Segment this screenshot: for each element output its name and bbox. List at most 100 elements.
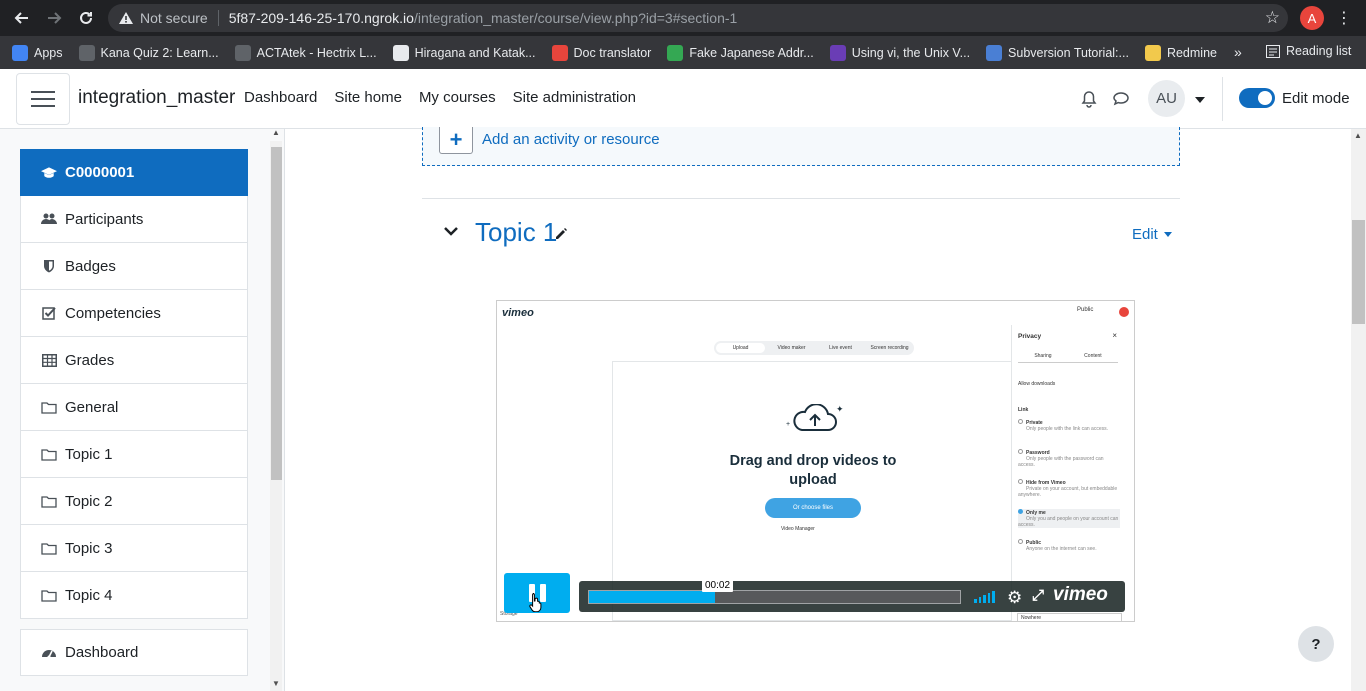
reading-list-button[interactable]: Reading list bbox=[1266, 44, 1351, 58]
drawer-scrollbar-thumb[interactable] bbox=[271, 147, 282, 480]
user-menu-caret-icon[interactable] bbox=[1195, 97, 1205, 103]
nav-site-administration[interactable]: Site administration bbox=[513, 89, 636, 106]
plus-icon[interactable]: + bbox=[439, 127, 473, 154]
reading-list-icon bbox=[1266, 44, 1280, 58]
page-scrollbar[interactable] bbox=[1351, 129, 1366, 691]
drawer-item-general[interactable]: General bbox=[20, 384, 248, 431]
video-progress-bar[interactable]: 00:02 bbox=[588, 579, 961, 604]
back-button[interactable] bbox=[6, 2, 38, 34]
bookmark-star-icon[interactable]: ☆ bbox=[1265, 8, 1280, 28]
profile-avatar[interactable]: A bbox=[1300, 6, 1324, 30]
edit-mode-toggle[interactable] bbox=[1239, 88, 1275, 108]
bookmark-item[interactable]: Kana Quiz 2: Learn... bbox=[78, 44, 219, 61]
drawer-item-topic-1[interactable]: Topic 1 bbox=[20, 431, 248, 478]
drawer-item-topic-3[interactable]: Topic 3 bbox=[20, 525, 248, 572]
video-nowhere-select: Nowhere bbox=[1017, 613, 1122, 621]
bookmark-item[interactable]: Hiragana and Katak... bbox=[392, 44, 536, 61]
drawer-item-label: Participants bbox=[65, 210, 144, 228]
site-navbar: integration_master Dashboard Site home M… bbox=[0, 69, 1366, 129]
bookmark-item[interactable]: Fake Japanese Addr... bbox=[667, 44, 814, 61]
drawer-toggle-button[interactable] bbox=[16, 73, 70, 125]
reload-icon bbox=[80, 11, 92, 24]
section-title[interactable]: Topic 1 bbox=[475, 217, 557, 248]
page-scrollbar-thumb[interactable] bbox=[1352, 220, 1365, 324]
hand-cursor-icon bbox=[529, 593, 542, 612]
tachometer-icon bbox=[41, 646, 57, 659]
users-icon bbox=[41, 213, 57, 225]
drawer-item-topic-2[interactable]: Topic 2 bbox=[20, 478, 248, 525]
scroll-down-arrow-icon[interactable]: ▼ bbox=[272, 679, 280, 688]
shield-icon bbox=[41, 259, 57, 273]
folder-icon bbox=[41, 401, 57, 414]
primary-navigation: Dashboard Site home My courses Site admi… bbox=[244, 89, 636, 106]
video-progress-fill bbox=[589, 591, 716, 603]
course-code: C0000001 bbox=[65, 164, 135, 181]
toggle-knob bbox=[1258, 91, 1272, 105]
section-edit-menu[interactable]: Edit bbox=[1132, 226, 1172, 243]
omnibox-divider bbox=[217, 10, 219, 26]
video-privacy-option: Hide from Vimeo Private on your account, … bbox=[1018, 479, 1120, 498]
fullscreen-icon[interactable]: ⤢ bbox=[1032, 587, 1044, 604]
checkbox-icon bbox=[41, 306, 57, 320]
bookmark-label: ACTAtek - Hectrix L... bbox=[256, 45, 377, 60]
vimeo-logo[interactable]: vimeo bbox=[1053, 584, 1108, 606]
course-home-link[interactable]: C0000001 bbox=[20, 149, 248, 196]
radio-dot-icon bbox=[1018, 509, 1023, 514]
messages-chat-icon[interactable] bbox=[1112, 90, 1130, 108]
nav-my-courses[interactable]: My courses bbox=[419, 89, 496, 106]
bookmark-item[interactable]: Apps bbox=[12, 44, 63, 61]
video-allow-downloads-label: Allow downloads bbox=[1018, 381, 1056, 387]
video-public-label: Public bbox=[1077, 307, 1094, 313]
user-avatar[interactable]: AU bbox=[1148, 80, 1185, 117]
bookmark-item[interactable]: Using vi, the Unix V... bbox=[829, 44, 970, 61]
drawer-item-grades[interactable]: Grades bbox=[20, 337, 248, 384]
radio-dot-icon bbox=[1018, 449, 1023, 454]
forward-button[interactable] bbox=[38, 2, 70, 34]
scroll-up-arrow-icon[interactable]: ▲ bbox=[272, 129, 280, 137]
video-choose-files: Or choose files bbox=[765, 498, 861, 518]
add-activity-link[interactable]: Add an activity or resource bbox=[482, 131, 660, 148]
drawer-item-badges[interactable]: Badges bbox=[20, 243, 248, 290]
graduation-cap-icon bbox=[41, 166, 57, 179]
bookmarks-overflow-icon[interactable]: » bbox=[1234, 44, 1242, 60]
warning-icon bbox=[119, 12, 133, 24]
drawer-item-dashboard[interactable]: Dashboard bbox=[20, 629, 248, 676]
video-privacy-option: Only me Only you and people on your accou… bbox=[1018, 509, 1120, 528]
video-tab-screen: Screen recording bbox=[870, 345, 909, 351]
kana-icon bbox=[78, 44, 95, 61]
add-activity-area[interactable]: + Add an activity or resource bbox=[422, 127, 1180, 166]
browser-menu-icon[interactable]: ⋮ bbox=[1334, 8, 1354, 28]
course-menu: C0000001 Participants Badges Competencies G… bbox=[20, 149, 248, 676]
nav-dashboard[interactable]: Dashboard bbox=[244, 89, 317, 106]
page-scroll-up-arrow-icon[interactable]: ▲ bbox=[1354, 131, 1362, 140]
volume-icon[interactable] bbox=[974, 590, 995, 603]
chevron-down-icon[interactable] bbox=[444, 226, 458, 236]
site-name[interactable]: integration_master bbox=[78, 87, 235, 109]
bookmark-item[interactable]: Redmine bbox=[1144, 44, 1217, 61]
video-privacy-tab-content: Content bbox=[1084, 353, 1102, 359]
bookmark-item[interactable]: ACTAtek - Hectrix L... bbox=[234, 44, 377, 61]
folder-icon bbox=[41, 589, 57, 602]
pencil-icon[interactable] bbox=[554, 227, 568, 241]
vimeo-video-player[interactable]: vimeo Public Upload Video maker Live eve… bbox=[496, 300, 1135, 622]
video-tab-live: Live event bbox=[829, 345, 852, 351]
drawer-item-label: Topic 1 bbox=[65, 445, 113, 463]
drawer-item-competencies[interactable]: Competencies bbox=[20, 290, 248, 337]
drawer-item-label: Competencies bbox=[65, 304, 161, 322]
address-bar[interactable]: Not secure 5f87-209-146-25-170.ngrok.io /… bbox=[108, 4, 1288, 32]
drawer-item-participants[interactable]: Participants bbox=[20, 196, 248, 243]
folder-icon bbox=[1144, 44, 1161, 61]
caret-down-icon bbox=[1163, 232, 1172, 237]
navbar-divider bbox=[1222, 77, 1223, 121]
security-indicator[interactable]: Not secure bbox=[118, 10, 208, 26]
notifications-bell-icon[interactable] bbox=[1080, 90, 1098, 108]
settings-gear-icon[interactable]: ⚙ bbox=[1007, 588, 1022, 608]
svg-text:✦: ✦ bbox=[836, 404, 844, 414]
nav-site-home[interactable]: Site home bbox=[334, 89, 402, 106]
bookmark-item[interactable]: Doc translator bbox=[551, 44, 651, 61]
reload-button[interactable] bbox=[70, 2, 102, 34]
help-button[interactable]: ? bbox=[1298, 626, 1334, 662]
drawer-item-topic-4[interactable]: Topic 4 bbox=[20, 572, 248, 619]
folder-icon bbox=[41, 495, 57, 508]
bookmark-item[interactable]: Subversion Tutorial:... bbox=[986, 44, 1129, 61]
